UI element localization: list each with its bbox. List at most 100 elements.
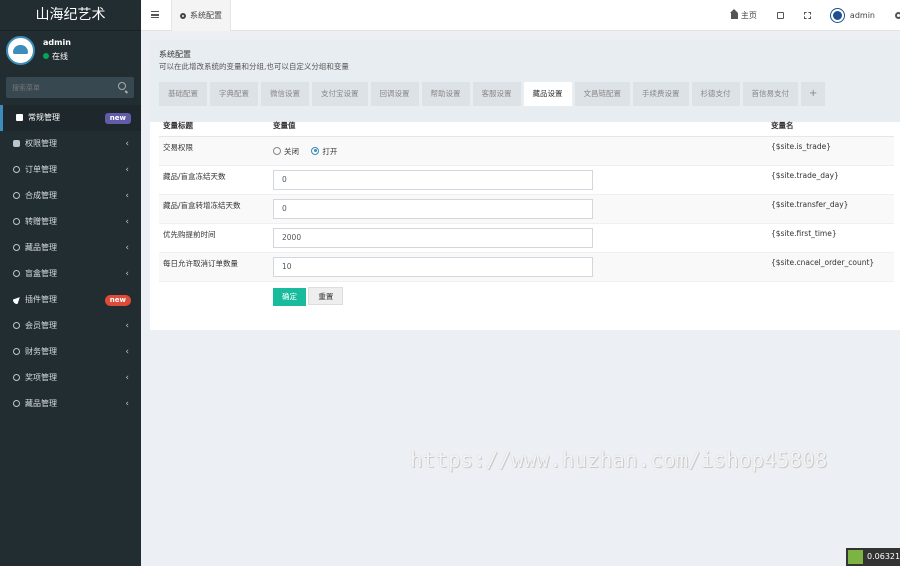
user-panel: admin 在线 bbox=[0, 31, 141, 73]
chevron-left-icon: ‹ bbox=[125, 373, 129, 383]
circle-icon bbox=[13, 322, 20, 329]
chevron-left-icon: ‹ bbox=[125, 165, 129, 175]
sidebar-item-orders[interactable]: 订单管理 ‹ bbox=[0, 157, 141, 183]
header-actions: 主页 admin bbox=[729, 0, 900, 31]
tab-basic[interactable]: 基础配置 bbox=[159, 82, 207, 106]
actions-row: 确定 重置 bbox=[159, 281, 894, 315]
row-value: 关闭 打开 bbox=[269, 136, 767, 165]
sidebar-item-collections[interactable]: 藏品管理 ‹ bbox=[0, 235, 141, 261]
sidebar-item-blindbox[interactable]: 盲盒管理 ‹ bbox=[0, 261, 141, 287]
sidebar-item-label: 会员管理 bbox=[25, 321, 57, 330]
reset-button[interactable]: 重置 bbox=[308, 286, 344, 305]
submit-button[interactable]: 确定 bbox=[273, 287, 306, 306]
user-menu[interactable]: admin bbox=[830, 9, 875, 22]
chevron-left-icon: ‹ bbox=[125, 217, 129, 227]
settings-button[interactable] bbox=[895, 12, 900, 19]
tab-callback[interactable]: 回调设置 bbox=[370, 82, 419, 106]
search-input[interactable] bbox=[6, 77, 111, 98]
home-link[interactable]: 主页 bbox=[729, 8, 757, 21]
sidebar-search bbox=[6, 77, 134, 98]
circle-icon bbox=[13, 374, 20, 381]
gear-icon bbox=[180, 13, 186, 19]
row-name: {$site.cnacel_order_count} bbox=[771, 257, 875, 267]
sidebar-item-general[interactable]: 常规管理 new bbox=[0, 105, 141, 131]
fullscreen-button[interactable] bbox=[803, 12, 811, 19]
sidebar-item-collections-2[interactable]: 藏品管理 ‹ bbox=[0, 391, 141, 417]
corner-widget: 0.06321 bbox=[846, 548, 900, 566]
radio-on-label[interactable]: 打开 bbox=[322, 147, 337, 156]
row-value bbox=[269, 194, 767, 223]
avatar bbox=[830, 9, 844, 22]
chevron-left-icon: ‹ bbox=[125, 269, 129, 279]
sidebar-item-label: 订单管理 bbox=[25, 165, 57, 174]
users-icon bbox=[13, 140, 20, 147]
clear-cache-button[interactable] bbox=[776, 12, 784, 19]
tab-system-config[interactable]: 系统配置 bbox=[171, 0, 231, 31]
radio-off[interactable] bbox=[273, 146, 281, 155]
row-name: {$site.is_trade} bbox=[771, 141, 831, 151]
row-value bbox=[269, 223, 767, 252]
tab-dictionary[interactable]: 字典配置 bbox=[210, 82, 258, 106]
sidebar-item-plugins[interactable]: 插件管理 new bbox=[0, 287, 141, 313]
avatar bbox=[6, 36, 35, 65]
sidebar-item-label: 藏品管理 bbox=[25, 399, 57, 408]
sidebar-item-label: 合成管理 bbox=[25, 191, 57, 200]
trade-day-input[interactable] bbox=[273, 169, 593, 190]
tab-customer-service[interactable]: 客服设置 bbox=[472, 82, 521, 106]
cancel-order-count-input[interactable] bbox=[273, 256, 593, 277]
first-time-input[interactable] bbox=[273, 227, 593, 248]
row-name: {$site.first_time} bbox=[771, 228, 837, 238]
sidebar-item-finance[interactable]: 财务管理 ‹ bbox=[0, 339, 141, 365]
add-tab-button[interactable]: + bbox=[801, 82, 826, 106]
radio-off-label[interactable]: 关闭 bbox=[284, 147, 299, 156]
radio-on[interactable] bbox=[311, 146, 320, 155]
sidebar-item-synthesis[interactable]: 合成管理 ‹ bbox=[0, 183, 141, 209]
online-dot-icon bbox=[43, 53, 49, 59]
sidebar-item-label: 权限管理 bbox=[25, 139, 57, 148]
chevron-left-icon: ‹ bbox=[125, 321, 129, 331]
tab-chain-config[interactable]: 文昌链配置 bbox=[574, 82, 630, 106]
row-value bbox=[269, 252, 767, 281]
tab-wechat[interactable]: 微信设置 bbox=[261, 82, 309, 106]
row-value bbox=[269, 165, 767, 194]
sidebar-item-label: 藏品管理 bbox=[25, 243, 57, 252]
sidebar-item-members[interactable]: 会员管理 ‹ bbox=[0, 313, 141, 339]
page-description: 可以在此增改系统的变量和分组,也可以自定义分组和变量 bbox=[159, 62, 349, 71]
chevron-left-icon: ‹ bbox=[125, 191, 129, 201]
watermark: https://www.huzhan.com/ishop45808 bbox=[410, 448, 828, 472]
tab-label: 系统配置 bbox=[190, 11, 222, 20]
table-row: 藏品/盲盒冻结天数 {$site.trade_day} bbox=[159, 165, 894, 194]
top-header: 系统配置 主页 admin bbox=[141, 0, 900, 31]
chevron-left-icon: ‹ bbox=[125, 347, 129, 357]
sidebar-item-permissions[interactable]: 权限管理 ‹ bbox=[0, 131, 141, 157]
tab-help[interactable]: 帮助设置 bbox=[421, 82, 470, 106]
menu-toggle-icon[interactable] bbox=[151, 11, 159, 18]
panel-header: 系统配置 可以在此增改系统的变量和分组,也可以自定义分组和变量 基础配置 字典配… bbox=[150, 40, 900, 122]
sidebar-item-label: 常规管理 bbox=[28, 113, 60, 122]
corner-value: 0.06321 bbox=[867, 552, 900, 561]
app-logo[interactable]: 山海纪艺术 bbox=[0, 0, 141, 31]
chevron-left-icon: ‹ bbox=[125, 139, 129, 149]
row-name: {$site.transfer_day} bbox=[771, 199, 849, 209]
tab-fees[interactable]: 手续费设置 bbox=[633, 82, 689, 106]
chevron-left-icon: ‹ bbox=[125, 243, 129, 253]
tab-collection-settings[interactable]: 藏品设置 bbox=[523, 82, 572, 106]
row-title: 交易权限 bbox=[163, 142, 193, 152]
new-badge: new bbox=[104, 113, 131, 124]
row-title: 每日允许取消订单数量 bbox=[163, 258, 238, 268]
chevron-left-icon: ‹ bbox=[125, 399, 129, 409]
form-actions: 确定 重置 bbox=[269, 281, 767, 315]
sidebar-item-transfer[interactable]: 转赠管理 ‹ bbox=[0, 209, 141, 235]
tab-payease[interactable]: 首信易支付 bbox=[742, 82, 798, 106]
sidebar-item-awards[interactable]: 奖项管理 ‹ bbox=[0, 365, 141, 391]
user-status: 在线 bbox=[43, 51, 68, 62]
sidebar-item-label: 奖项管理 bbox=[25, 373, 57, 382]
transfer-day-input[interactable] bbox=[273, 198, 593, 219]
rocket-icon bbox=[11, 294, 23, 306]
config-table: 变量标题 变量值 变量名 交易权限 关闭 打开 {$site.is_trade}… bbox=[159, 116, 894, 315]
tab-sand-pay[interactable]: 杉德支付 bbox=[691, 82, 740, 106]
search-icon[interactable] bbox=[118, 82, 126, 90]
circle-icon bbox=[13, 244, 20, 251]
tab-alipay[interactable]: 支付宝设置 bbox=[312, 82, 368, 106]
new-badge: new bbox=[104, 295, 131, 306]
